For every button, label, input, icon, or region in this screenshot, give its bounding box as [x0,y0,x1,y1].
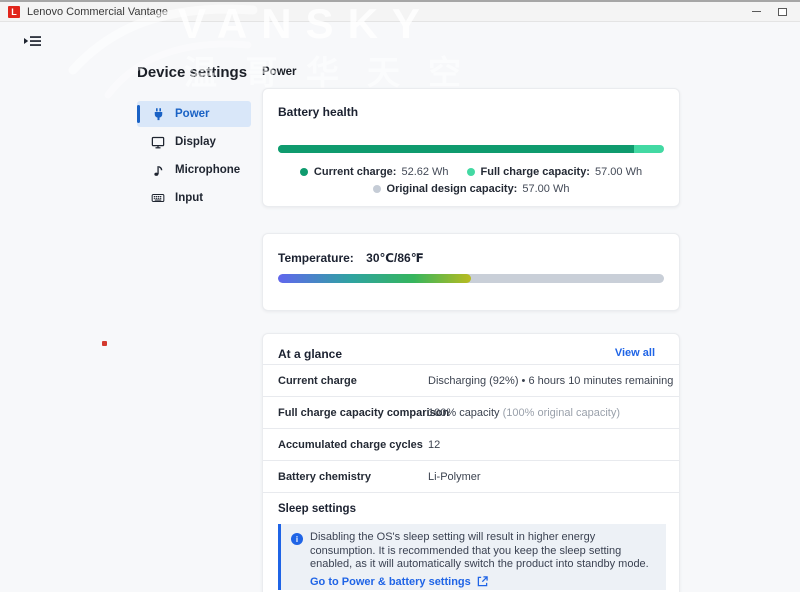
sleep-info-text: Disabling the OS's sleep setting will re… [310,531,652,572]
battery-health-bar [278,145,664,153]
maximize-button[interactable] [772,2,792,21]
page-title: Device settings [137,64,247,81]
table-row: Current charge Discharging (92%) • 6 hou… [263,365,679,397]
window-title: Lenovo Commercial Vantage [27,6,168,18]
menu-toggle-button[interactable] [24,34,42,48]
sidebar-item-power[interactable]: Power [137,101,251,127]
battery-health-title: Battery health [278,105,358,119]
view-all-link[interactable]: View all [615,347,655,359]
legend-label: Current charge: [314,166,397,178]
battery-legend-row-2: Original design capacity: 57.00 Wh [263,183,679,195]
power-battery-settings-link[interactable]: Go to Power & battery settings [310,576,666,588]
legend-full-charge-capacity: Full charge capacity: 57.00 Wh [467,166,643,178]
row-label: Battery chemistry [278,471,371,483]
sidebar-item-input[interactable]: Input [137,185,251,211]
battery-health-card: Battery health Current charge: 52.62 Wh … [262,88,680,207]
at-a-glance-title: At a glance [278,347,342,361]
temperature-row: Temperature: 30℃/86℉ [278,251,424,265]
breadcrumb: Power [262,66,297,78]
row-label: Accumulated charge cycles [278,439,423,451]
monitor-icon [150,134,166,150]
original-design-dot-icon [373,185,381,193]
sidebar-item-label: Microphone [175,164,240,176]
sidebar-item-display[interactable]: Display [137,129,251,155]
row-value: 12 [428,439,440,451]
sleep-settings-title: Sleep settings [278,503,356,515]
keyboard-icon [150,190,166,206]
temperature-bar-fill [278,274,471,283]
at-a-glance-card: At a glance View all Current charge Disc… [262,333,680,592]
table-row: Full charge capacity comparison 100% cap… [263,397,679,429]
table-row: Accumulated charge cycles 12 [263,429,679,461]
temperature-card: Temperature: 30℃/86℉ [262,233,680,311]
legend-value: 52.62 Wh [401,166,448,178]
sidebar-nav: Power Display Microphone Input [137,101,251,213]
row-label: Full charge capacity comparison [278,407,449,419]
row-value: Li-Polymer [428,471,481,483]
sidebar-item-label: Display [175,136,216,148]
maximize-icon [778,8,787,16]
table-row: Battery chemistry Li-Polymer [263,461,679,493]
legend-value: 57.00 Wh [595,166,642,178]
sleep-info-box: i Disabling the OS's sleep setting will … [278,524,666,590]
legend-original-design-capacity: Original design capacity: 57.00 Wh [373,183,570,195]
temperature-label: Temperature: [278,251,354,265]
plug-icon [150,106,166,122]
row-label: Current charge [278,375,357,387]
row-value: Discharging (92%) • 6 hours 10 minutes r… [428,375,673,387]
hamburger-icon [24,34,42,48]
sidebar-item-label: Power [175,108,210,120]
minimize-icon [752,11,761,12]
red-dot-artifact [102,341,107,346]
row-value-secondary: (100% original capacity) [500,407,620,419]
legend-label: Original design capacity: [387,183,518,195]
current-charge-dot-icon [300,168,308,176]
temperature-bar [278,274,664,283]
power-battery-settings-link-label: Go to Power & battery settings [310,576,471,588]
battery-bar-fill [278,145,634,153]
lenovo-logo-icon: L [8,6,20,18]
external-link-icon [477,576,488,587]
sidebar-item-label: Input [175,192,203,204]
minimize-button[interactable] [746,2,766,21]
row-value-text: 12 [428,439,440,451]
legend-label: Full charge capacity: [481,166,590,178]
row-value-text: 100% capacity [428,407,500,419]
legend-current-charge: Current charge: 52.62 Wh [300,166,449,178]
microphone-icon [150,162,166,178]
full-charge-dot-icon [467,168,475,176]
row-value-text: Li-Polymer [428,471,481,483]
sidebar-item-microphone[interactable]: Microphone [137,157,251,183]
at-a-glance-rows: Current charge Discharging (92%) • 6 hou… [263,365,679,493]
title-bar: L Lenovo Commercial Vantage [0,0,800,22]
row-value: 100% capacity (100% original capacity) [428,407,620,419]
temperature-value: 30℃/86℉ [366,251,424,265]
info-icon: i [291,533,303,545]
legend-value: 57.00 Wh [522,183,569,195]
row-value-text: Discharging (92%) • 6 hours 10 minutes r… [428,375,673,387]
battery-legend-row-1: Current charge: 52.62 Wh Full charge cap… [263,166,679,178]
